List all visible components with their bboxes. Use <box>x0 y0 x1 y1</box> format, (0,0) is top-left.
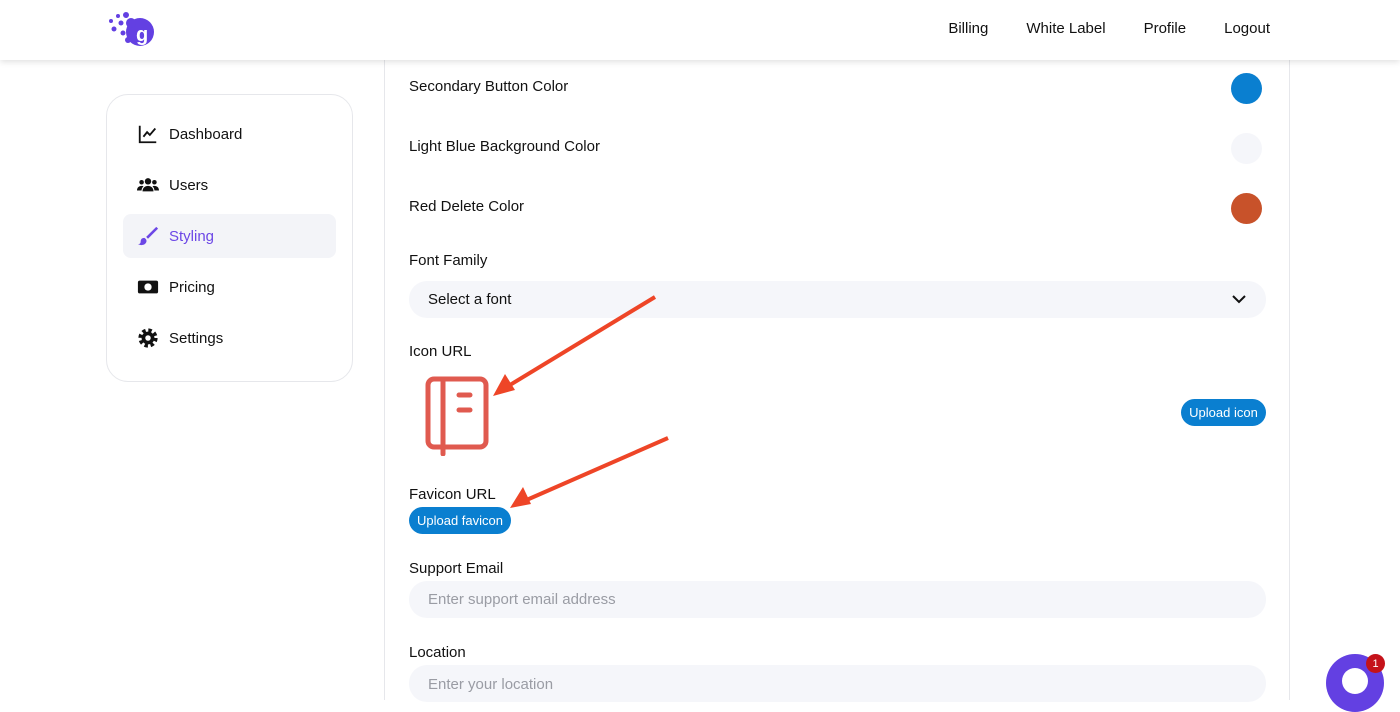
upload-favicon-button[interactable]: Upload favicon <box>409 507 511 534</box>
sidebar-item-label: Styling <box>169 227 215 245</box>
chevron-down-icon <box>1232 295 1246 304</box>
light-blue-background-color-row: Light Blue Background Color <box>409 133 1265 164</box>
paint-brush-icon <box>137 226 159 246</box>
red-delete-color-row: Red Delete Color <box>409 193 1265 224</box>
svg-text:g: g <box>136 24 148 46</box>
sidebar-item-label: Pricing <box>169 278 215 296</box>
users-icon <box>137 178 159 192</box>
nav-profile[interactable]: Profile <box>1144 20 1187 37</box>
color-swatch[interactable] <box>1231 193 1262 224</box>
color-swatch[interactable] <box>1231 133 1262 164</box>
notebook-icon-preview <box>425 376 489 456</box>
color-label: Secondary Button Color <box>409 78 569 95</box>
upload-icon-button[interactable]: Upload icon <box>1181 399 1266 426</box>
support-email-input[interactable]: Enter support email address <box>409 581 1266 618</box>
sidebar-item-pricing[interactable]: Pricing <box>123 265 336 309</box>
money-bill-icon <box>137 280 159 294</box>
support-email-label: Support Email <box>409 560 504 577</box>
styling-form: Secondary Button Color Light Blue Backgr… <box>384 60 1290 702</box>
notification-badge: 1 <box>1366 654 1385 673</box>
favicon-url-label: Favicon URL <box>409 486 496 503</box>
nav-billing[interactable]: Billing <box>948 20 988 37</box>
location-placeholder: Enter your location <box>428 676 554 693</box>
font-family-select[interactable]: Select a font <box>409 281 1266 318</box>
sidebar: Dashboard Users Styling Pricing Settings <box>106 94 353 382</box>
sidebar-item-label: Dashboard <box>169 125 243 143</box>
nav-white-label[interactable]: White Label <box>1026 20 1105 37</box>
nav-logout[interactable]: Logout <box>1224 20 1270 37</box>
sidebar-item-label: Users <box>169 176 209 194</box>
secondary-button-color-row: Secondary Button Color <box>409 73 1265 104</box>
font-family-label: Font Family <box>409 252 488 269</box>
color-label: Red Delete Color <box>409 198 525 215</box>
support-email-placeholder: Enter support email address <box>428 591 616 608</box>
sidebar-item-users[interactable]: Users <box>123 163 336 207</box>
font-select-value: Select a font <box>428 291 512 308</box>
color-label: Light Blue Background Color <box>409 138 600 155</box>
sidebar-item-settings[interactable]: Settings <box>123 316 336 360</box>
sidebar-item-dashboard[interactable]: Dashboard <box>123 112 336 156</box>
brand-logo[interactable]: g <box>104 10 156 50</box>
color-swatch[interactable] <box>1231 73 1262 104</box>
location-input[interactable]: Enter your location <box>409 665 1266 702</box>
sidebar-item-styling[interactable]: Styling <box>123 214 336 258</box>
gear-icon <box>138 328 158 348</box>
location-label: Location <box>409 644 466 661</box>
chart-line-icon <box>138 125 157 144</box>
sidebar-item-label: Settings <box>169 329 224 347</box>
top-header: g Billing White Label Profile Logout <box>0 0 1400 60</box>
icon-url-label: Icon URL <box>409 343 472 360</box>
